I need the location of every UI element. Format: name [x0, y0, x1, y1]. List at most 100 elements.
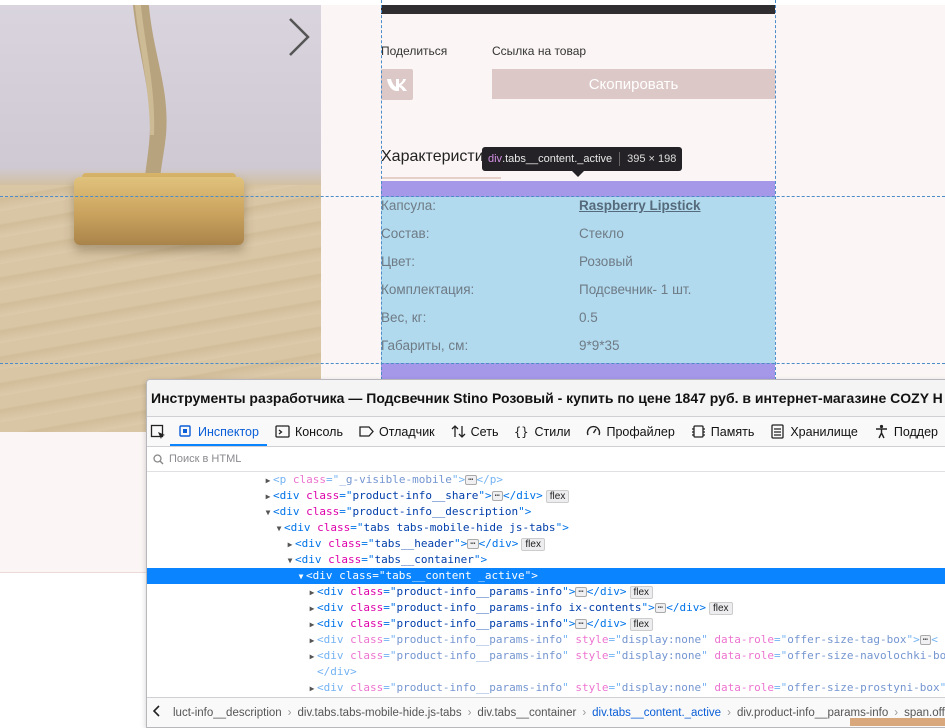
tab-network[interactable]: Сеть	[443, 417, 507, 446]
flex-badge[interactable]: flex	[521, 537, 545, 551]
tab-profiler[interactable]: Профайлер	[578, 417, 682, 446]
twisty-collapsed-icon[interactable]: ▶	[307, 633, 317, 649]
twisty-expanded-icon[interactable]: ▼	[263, 505, 273, 521]
tag-name: div	[323, 617, 344, 630]
flex-badge[interactable]: flex	[629, 585, 654, 599]
tab-console[interactable]: Консоль	[267, 417, 351, 446]
collapsed-ellipsis[interactable]: ⋯	[465, 475, 477, 485]
attr-quote: "	[562, 617, 569, 630]
dark-divider	[381, 5, 775, 14]
tab-style-editor[interactable]: {} Стили	[506, 417, 578, 446]
copy-link-button[interactable]: Скопировать	[492, 69, 775, 99]
closing-tag: </div>	[478, 537, 519, 550]
markup-node[interactable]: ▼ <div class="tabs__container">	[147, 552, 945, 568]
chevron-right-icon[interactable]	[280, 13, 316, 61]
tag-open: <	[306, 569, 313, 582]
devtools-title[interactable]: Инструменты разработчика — Подсвечник St…	[147, 380, 945, 417]
breadcrumb-item[interactable]: span.offe	[898, 707, 945, 719]
param-value-link[interactable]: Raspberry Lipstick	[579, 198, 701, 213]
attr-name: class	[286, 473, 326, 486]
collapsed-ellipsis[interactable]: ⋯	[575, 587, 587, 597]
vk-share-button[interactable]	[381, 69, 413, 100]
breadcrumb-item[interactable]: div.tabs__content._active	[586, 707, 727, 719]
flex-badge[interactable]: flex	[708, 601, 733, 615]
twisty-collapsed-icon[interactable]: ▶	[307, 649, 317, 665]
collapsed-ellipsis[interactable]: ⋯	[654, 603, 667, 613]
attr-quote: "	[701, 649, 708, 662]
vk-icon	[387, 78, 407, 91]
style-editor-icon: {}	[514, 425, 528, 439]
search-icon	[153, 453, 164, 464]
markup-node[interactable]: ▶ <div class="product-info__share"> ⋯ </div…	[147, 488, 945, 504]
markup-node[interactable]: ▶ <p class="_g-visible-mobile"> ⋯ </p>	[147, 472, 945, 488]
tab-debugger[interactable]: Отладчик	[351, 417, 443, 446]
tag-close: >	[524, 505, 532, 518]
element-picker-icon	[151, 424, 166, 439]
tab-storage[interactable]: Хранилище	[762, 417, 866, 446]
html-search-input[interactable]: Поиск в HTML	[169, 453, 241, 465]
breadcrumb-item[interactable]: div.tabs.tabs-mobile-hide.js-tabs	[292, 707, 468, 719]
attr-eq: ="	[774, 681, 788, 694]
markup-node[interactable]: ▶ <div class="product-info__params-info" …	[147, 632, 945, 648]
param-key: Капсула:	[381, 198, 437, 213]
html-search-box[interactable]: Поиск в HTML	[147, 447, 945, 472]
tab-inspector[interactable]: Инспектор	[170, 417, 267, 446]
twisty-collapsed-icon[interactable]: ▶	[263, 473, 273, 489]
breadcrumb-item[interactable]: div.product-info__params-info	[731, 707, 894, 719]
tooltip-classes: .tabs__content._active	[502, 153, 613, 165]
params-list: Капсула: Raspberry Lipstick Состав: Стекло Ц…	[381, 196, 775, 364]
collapsed-ellipsis[interactable]: ⋯	[575, 619, 587, 629]
markup-node[interactable]: ▶ <div class="product-info__params-info" …	[147, 648, 945, 664]
markup-node[interactable]: ▼ <div class="tabs tabs-mobile-hide js-ta…	[147, 520, 945, 536]
markup-node[interactable]: ▶ <div class="product-info__params-info">…	[147, 616, 945, 632]
markup-node[interactable]: ▼ <div class="product-info__description">	[147, 504, 945, 520]
param-key: Комплектация:	[381, 282, 475, 297]
console-icon	[275, 425, 290, 438]
collapsed-ellipsis[interactable]: ⋯	[919, 635, 932, 645]
twisty-collapsed-icon[interactable]: ▶	[307, 601, 317, 617]
twisty-expanded-icon[interactable]: ▼	[285, 553, 295, 569]
tab-memory[interactable]: Память	[683, 417, 763, 446]
tag-name: div	[323, 585, 344, 598]
tag-name: div	[279, 505, 300, 518]
twisty-collapsed-icon[interactable]: ▶	[263, 489, 273, 505]
flex-badge[interactable]: flex	[629, 617, 654, 631]
collapsed-ellipsis[interactable]: ⋯	[467, 539, 479, 549]
twisty-collapsed-icon[interactable]: ▶	[307, 585, 317, 601]
markup-node[interactable]: ▼ <div class="tabs__content _active">	[147, 568, 945, 584]
twisty-expanded-icon[interactable]: ▼	[296, 569, 306, 585]
attr-value: product-info__params-info	[396, 681, 563, 694]
guide-line-right	[775, 0, 776, 380]
markup-node[interactable]: ▶ <div class="product-info__params-info i…	[147, 600, 945, 616]
tag-close: >	[648, 601, 655, 614]
attr-eq: ="	[350, 521, 364, 534]
attr-name: data-role	[707, 633, 775, 646]
tab-accessibility[interactable]: Поддер	[866, 417, 945, 446]
svg-text:{}: {}	[514, 425, 528, 439]
attr-name: class	[343, 617, 384, 630]
breadcrumb-item[interactable]: luct-info__description	[167, 707, 288, 719]
tab-label: Поддер	[893, 424, 938, 439]
twisty-collapsed-icon[interactable]: ▶	[285, 537, 295, 553]
tag-open: <	[317, 601, 324, 614]
closing-tag: </div>	[666, 601, 706, 614]
breadcrumb-back-icon[interactable]	[147, 705, 167, 720]
twisty-collapsed-icon[interactable]: ▶	[307, 681, 317, 697]
markup-node[interactable]: ▶ <div class="product-info__params-info">…	[147, 584, 945, 600]
devtools-toolbar: Инспектор Консоль Отладчик Сеть {} Стили Профа…	[147, 417, 945, 447]
markup-node[interactable]: ▶ <div class="tabs__header"> ⋯ </div> flex	[147, 536, 945, 552]
flex-badge[interactable]: flex	[545, 489, 570, 503]
markup-node[interactable]: </div>	[147, 664, 945, 680]
attr-value: tabs tabs-mobile-hide js-tabs	[363, 521, 556, 534]
attr-eq: ="	[339, 505, 353, 518]
closing-tag: </div>	[503, 489, 543, 502]
breadcrumb-item[interactable]: div.tabs__container	[471, 707, 582, 719]
param-row: Габариты, см: 9*9*35	[381, 336, 775, 364]
twisty-collapsed-icon[interactable]: ▶	[307, 617, 317, 633]
markup-node[interactable]: ▶ <div class="product-info__params-info" …	[147, 680, 945, 696]
tag-name: div	[279, 489, 300, 502]
collapsed-ellipsis[interactable]: ⋯	[491, 491, 504, 501]
attr-name: class	[332, 569, 373, 582]
element-picker-button[interactable]	[147, 417, 170, 446]
twisty-expanded-icon[interactable]: ▼	[274, 521, 284, 537]
